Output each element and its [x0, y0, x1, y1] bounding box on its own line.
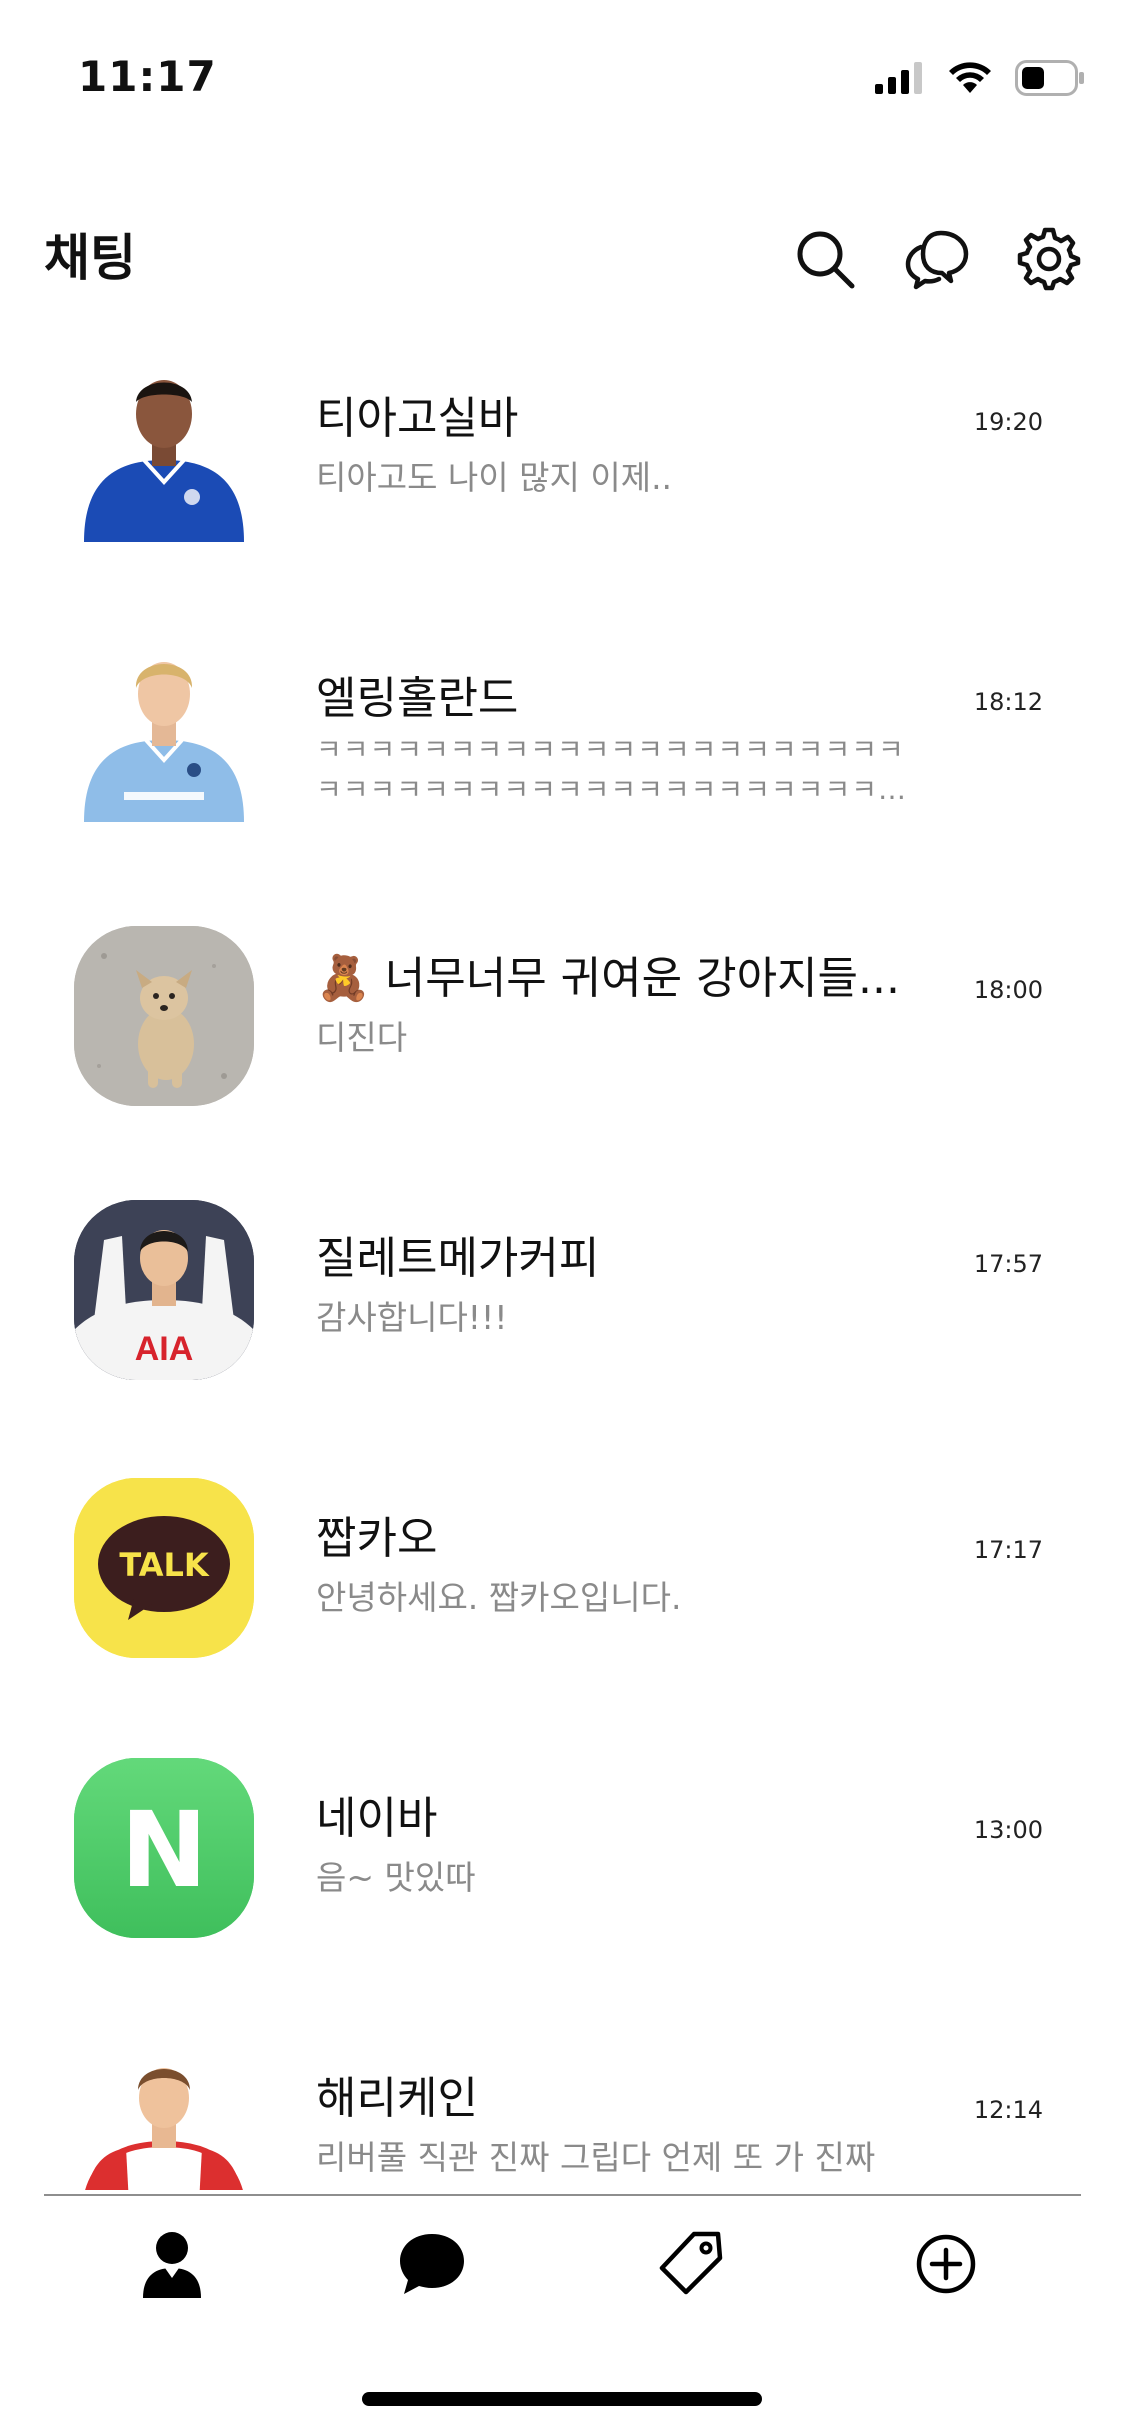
wifi-icon	[949, 62, 991, 93]
chat-row[interactable]: 해리케인 리버풀 직관 진짜 그립다 언제 또 가 진짜 12:14	[0, 2010, 1125, 2190]
chat-time: 18:12	[973, 688, 1043, 716]
avatar: N	[74, 1758, 254, 1938]
tab-shopping[interactable]	[650, 2224, 730, 2304]
tab-more[interactable]	[906, 2224, 986, 2304]
tab-friends[interactable]	[132, 2224, 212, 2304]
chat-name: 질레트메가커피	[316, 1233, 600, 1284]
profile-photo-icon	[85, 2068, 243, 2190]
tab-chats[interactable]	[392, 2224, 472, 2304]
chat-preview: 디진다	[316, 1018, 408, 1057]
chat-row[interactable]: 티아고실바 티아고도 나이 많지 이제.. 19:20	[0, 330, 1125, 610]
status-bar: 11:17	[0, 0, 1125, 150]
chat-name: 짭카오	[316, 1513, 438, 1564]
new-chat-button[interactable]	[903, 225, 971, 293]
chat-time: 17:17	[973, 1536, 1043, 1564]
n-logo-icon: N	[74, 1758, 254, 1938]
status-icons	[875, 60, 1085, 96]
profile-photo-icon	[84, 380, 244, 542]
chat-preview: ㅋㅋㅋㅋㅋㅋㅋㅋㅋㅋㅋㅋㅋㅋㅋㅋㅋㅋㅋㅋㅋㅋㅋㅋㅋㅋㅋㅋㅋㅋㅋㅋㅋㅋㅋㅋㅋㅋㅋㅋ…	[316, 733, 907, 806]
page-title: 채팅	[44, 229, 136, 287]
chat-preview: 리버풀 직관 진짜 그립다 언제 또 가 진짜	[316, 2138, 876, 2177]
avatar	[74, 362, 254, 542]
chat-preview: 감사합니다!!!	[316, 1298, 508, 1337]
settings-button[interactable]	[1015, 225, 1083, 293]
chat-row[interactable]: N 네이바 음~ 맛있따 13:00	[0, 1730, 1125, 2010]
avatar	[74, 642, 254, 822]
n-logo-text: N	[120, 1789, 207, 1911]
shopping-tag-icon	[659, 2231, 723, 2295]
header-actions	[791, 225, 1083, 293]
chat-row[interactable]: 엘링홀란드 ㅋㅋㅋㅋㅋㅋㅋㅋㅋㅋㅋㅋㅋㅋㅋㅋㅋㅋㅋㅋㅋㅋㅋㅋㅋㅋㅋㅋㅋㅋㅋㅋㅋㅋ…	[0, 610, 1125, 890]
chat-row[interactable]: AIA 질레트메가커피 감사합니다!!! 17:57	[0, 1170, 1125, 1450]
chat-name: 네이바	[316, 1793, 438, 1844]
settings-icon	[1017, 227, 1081, 291]
chat-preview: 안녕하세요. 짭카오입니다.	[316, 1578, 682, 1617]
chat-time: 17:57	[973, 1250, 1043, 1278]
chat-name: 🧸 너무너무 귀여운 강아지들...	[316, 953, 900, 1004]
search-icon	[797, 231, 855, 289]
avatar	[74, 2042, 254, 2190]
chat-time: 12:14	[973, 2096, 1043, 2124]
chat-name: 엘링홀란드	[316, 673, 519, 724]
svg-text:AIA: AIA	[135, 1330, 194, 1368]
more-plus-icon	[916, 2234, 976, 2294]
chat-row[interactable]: TALK 짭카오 안녕하세요. 짭카오입니다. 17:17	[0, 1450, 1125, 1730]
chat-preview: 음~ 맛있따	[316, 1858, 476, 1897]
home-indicator[interactable]	[362, 2392, 762, 2406]
avatar: TALK	[74, 1478, 254, 1658]
chats-icon	[400, 2234, 464, 2294]
chat-name: 티아고실바	[316, 393, 519, 444]
profile-photo-icon	[84, 662, 244, 822]
header: 채팅	[0, 200, 1125, 320]
battery-icon	[1015, 60, 1084, 96]
talk-logo-text: TALK	[119, 1546, 210, 1584]
status-time: 11:17	[78, 52, 217, 101]
tab-bar	[0, 2196, 1125, 2336]
friends-icon	[143, 2232, 201, 2298]
chat-time: 19:20	[973, 408, 1043, 436]
chat-list: 티아고실바 티아고도 나이 많지 이제.. 19:20 엘링홀란드 ㅋㅋㅋㅋㅋㅋ…	[0, 330, 1125, 2190]
chat-time: 18:00	[973, 976, 1043, 1004]
puppy-photo-icon	[74, 926, 254, 1106]
chat-name: 해리케인	[316, 2073, 478, 2124]
chat-row[interactable]: 🧸 너무너무 귀여운 강아지들... 디진다 18:00	[0, 890, 1125, 1170]
avatar	[74, 926, 254, 1106]
signal-icon	[875, 62, 922, 94]
profile-photo-icon: AIA	[74, 1200, 254, 1380]
talk-logo-icon: TALK	[74, 1478, 254, 1658]
search-button[interactable]	[791, 225, 859, 293]
avatar: AIA	[74, 1200, 254, 1380]
chat-preview: 티아고도 나이 많지 이제..	[316, 458, 673, 497]
chat-time: 13:00	[973, 1816, 1043, 1844]
new-chat-icon	[905, 230, 969, 290]
